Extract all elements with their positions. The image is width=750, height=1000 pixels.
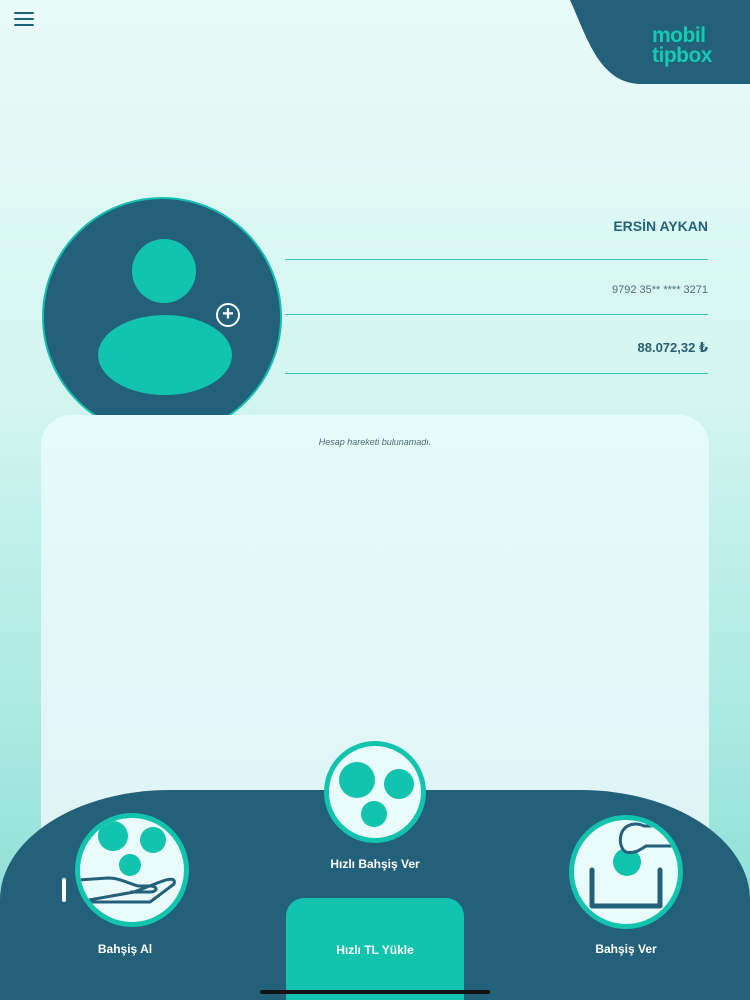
divider bbox=[285, 259, 708, 260]
hand-receive-coins-icon bbox=[80, 821, 176, 904]
quick-load-button[interactable]: Hızlı TL Yükle bbox=[286, 898, 464, 1000]
logo-line1: mobil bbox=[652, 24, 706, 47]
add-circle-icon[interactable]: + bbox=[216, 303, 240, 327]
give-tip-button[interactable] bbox=[569, 815, 683, 929]
user-avatar-icon bbox=[132, 239, 196, 303]
menu-bar bbox=[14, 12, 34, 14]
quick-load-label: Hızlı TL Yükle bbox=[336, 943, 414, 957]
user-name: ERSİN AYKAN bbox=[613, 218, 708, 234]
quick-tip-label: Hızlı Bahşiş Ver bbox=[330, 857, 420, 871]
card-number: 9792 35** **** 3271 bbox=[611, 284, 708, 296]
logo-text: mobil tipbox bbox=[652, 24, 713, 67]
receive-tip-button[interactable] bbox=[75, 813, 189, 927]
hamburger-menu-icon[interactable] bbox=[14, 12, 34, 26]
logo-line2: tipbox bbox=[652, 44, 713, 67]
logo: mobil tipbox bbox=[570, 0, 750, 86]
divider bbox=[285, 373, 708, 374]
home-indicator bbox=[260, 990, 490, 994]
hand-cuff-mark bbox=[62, 878, 66, 902]
divider bbox=[285, 314, 708, 315]
coins-icon bbox=[339, 762, 414, 827]
profile-avatar[interactable]: + bbox=[42, 197, 282, 437]
menu-bar bbox=[14, 24, 34, 26]
user-avatar-body bbox=[98, 315, 232, 395]
balance: 88.072,32 ₺ bbox=[637, 340, 709, 355]
give-tip-label: Bahşiş Ver bbox=[595, 942, 657, 956]
empty-transactions-message: Hesap hareketi bulunamadı. bbox=[318, 437, 432, 447]
receive-tip-label: Bahşiş Al bbox=[97, 942, 153, 956]
menu-bar bbox=[14, 18, 34, 20]
quick-tip-button[interactable] bbox=[324, 741, 426, 843]
tip-box-icon bbox=[589, 822, 678, 909]
